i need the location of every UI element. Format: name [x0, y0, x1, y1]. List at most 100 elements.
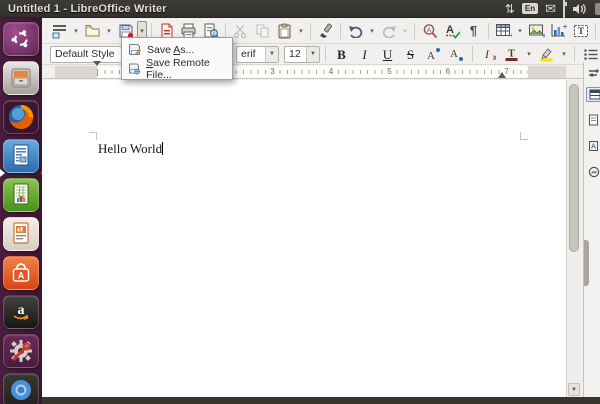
- font-color-button[interactable]: T: [501, 44, 522, 64]
- find-replace-button[interactable]: A: [419, 21, 440, 41]
- launcher-item-libreoffice-writer[interactable]: [3, 139, 39, 173]
- new-document-icon: [51, 23, 68, 39]
- new-dropdown-caret[interactable]: ▾: [71, 21, 81, 41]
- launcher-item-ubuntu-dash[interactable]: [3, 22, 39, 56]
- chromium-icon: [8, 377, 34, 403]
- sidebar-hide-handle[interactable]: [584, 240, 589, 286]
- sidebar-tab-properties[interactable]: [586, 87, 600, 102]
- launcher-item-libreoffice-calc[interactable]: [3, 178, 39, 212]
- scrollbar-thumb[interactable]: [569, 84, 579, 252]
- font-size-dropdown-caret[interactable]: ▼: [306, 47, 319, 62]
- save-remote-icon: [128, 62, 140, 75]
- sidebar-tab-gallery[interactable]: [588, 164, 600, 179]
- unity-launcher: A a: [0, 18, 42, 404]
- font-name-combo[interactable]: erif ▼: [236, 46, 279, 63]
- subscript-button[interactable]: A: [446, 44, 467, 64]
- insert-table-button[interactable]: +: [493, 21, 514, 41]
- launcher-item-firefox[interactable]: [3, 100, 39, 134]
- window-title: Untitled 1 - LibreOffice Writer: [0, 3, 167, 15]
- menu-item-label: Save As...: [147, 44, 194, 56]
- files-icon: [9, 66, 33, 90]
- copy-icon: [255, 23, 270, 38]
- launcher-item-ubuntu-software[interactable]: A: [3, 256, 39, 290]
- open-button[interactable]: [82, 21, 103, 41]
- open-dropdown-caret[interactable]: ▾: [104, 21, 114, 41]
- bullet-list-icon: [583, 48, 598, 61]
- font-name-visible-value: erif: [237, 48, 265, 60]
- highlight-dropdown-caret[interactable]: ▾: [559, 44, 569, 64]
- insert-table-dropdown-caret[interactable]: ▾: [515, 21, 525, 41]
- impress-icon: [9, 221, 33, 247]
- font-size-combo[interactable]: 12 ▼: [284, 46, 320, 63]
- sidebar-tab-page[interactable]: [588, 112, 600, 127]
- ruler-number: 4: [327, 67, 335, 77]
- ruler-number: 5: [385, 67, 393, 77]
- scroll-down-button[interactable]: ▼: [568, 383, 580, 396]
- highlight-color-icon: [539, 47, 554, 62]
- save-as-icon: [128, 43, 141, 56]
- volume-icon[interactable]: [572, 3, 586, 15]
- italic-button[interactable]: I: [354, 44, 375, 64]
- strikethrough-button[interactable]: S: [400, 44, 421, 64]
- redo-icon: [381, 24, 397, 38]
- clear-formatting-button[interactable]: I x: [478, 44, 499, 64]
- new-document-button[interactable]: [49, 21, 70, 41]
- font-color-dropdown-caret[interactable]: ▾: [524, 44, 534, 64]
- clone-formatting-button[interactable]: [315, 21, 336, 41]
- bold-button[interactable]: B: [331, 44, 352, 64]
- undo-dropdown-caret[interactable]: ▾: [367, 21, 377, 41]
- document-text[interactable]: Hello World: [98, 141, 163, 157]
- settings-gear-icon: [8, 338, 34, 364]
- insert-textbox-button[interactable]: T: [570, 21, 591, 41]
- menu-item-save-remote-file[interactable]: Save Remote File...: [122, 59, 232, 78]
- launcher-item-chromium[interactable]: [3, 373, 39, 404]
- font-size-value: 12: [285, 48, 306, 60]
- battery-icon[interactable]: [563, 0, 565, 18]
- launcher-item-libreoffice-impress[interactable]: [3, 217, 39, 251]
- undo-icon: [348, 24, 364, 38]
- highlight-color-button[interactable]: [536, 44, 557, 64]
- network-sync-icon[interactable]: ⇅: [505, 0, 515, 18]
- insert-image-button[interactable]: +: [526, 21, 547, 41]
- font-name-dropdown-caret[interactable]: ▼: [265, 47, 278, 62]
- text-cursor: [162, 142, 163, 155]
- copy-button: [252, 21, 273, 41]
- insert-chart-button[interactable]: +: [548, 21, 569, 41]
- cut-button: [230, 21, 251, 41]
- sidebar-tab-bar: A: [583, 62, 600, 397]
- superscript-button[interactable]: A: [423, 44, 444, 64]
- svg-text:a: a: [18, 303, 25, 318]
- keyboard-layout-indicator[interactable]: En: [522, 3, 538, 14]
- spelling-button[interactable]: A: [441, 21, 462, 41]
- cut-scissors-icon: [233, 23, 248, 38]
- clear-formatting-icon: I x: [481, 47, 496, 61]
- formatting-marks-button[interactable]: ¶: [463, 21, 484, 41]
- insert-image-icon: +: [528, 23, 545, 38]
- text-boundary-corner-top-left: [89, 132, 97, 140]
- paste-button[interactable]: [274, 21, 295, 41]
- undo-button[interactable]: [345, 21, 366, 41]
- ruler-number: 6: [444, 67, 452, 77]
- sidebar-tab-styles[interactable]: A: [588, 138, 600, 153]
- underline-button[interactable]: U: [377, 44, 398, 64]
- svg-text:A: A: [427, 50, 435, 61]
- right-indent-marker[interactable]: [498, 68, 506, 78]
- vertical-scrollbar[interactable]: ▼: [566, 80, 581, 397]
- software-bag-icon: A: [9, 261, 33, 285]
- paste-dropdown-caret[interactable]: ▾: [296, 21, 306, 41]
- writer-icon: [9, 143, 33, 169]
- ruler-number: 3: [268, 67, 276, 77]
- mail-icon[interactable]: ✉: [545, 0, 556, 18]
- sidebar-settings-icon[interactable]: [588, 65, 600, 80]
- launcher-item-files[interactable]: [3, 61, 39, 95]
- redo-dropdown-caret: ▾: [400, 21, 410, 41]
- launcher-item-system-settings[interactable]: [3, 334, 39, 368]
- superscript-icon: A: [426, 47, 441, 61]
- document-page[interactable]: Hello World: [42, 80, 566, 397]
- svg-text:A: A: [426, 27, 431, 34]
- launcher-item-amazon[interactable]: a: [3, 295, 39, 329]
- firefox-icon: [7, 103, 35, 131]
- bullet-list-button[interactable]: [580, 44, 600, 64]
- clone-formatting-brush-icon: [318, 23, 334, 39]
- svg-text:x: x: [493, 53, 497, 61]
